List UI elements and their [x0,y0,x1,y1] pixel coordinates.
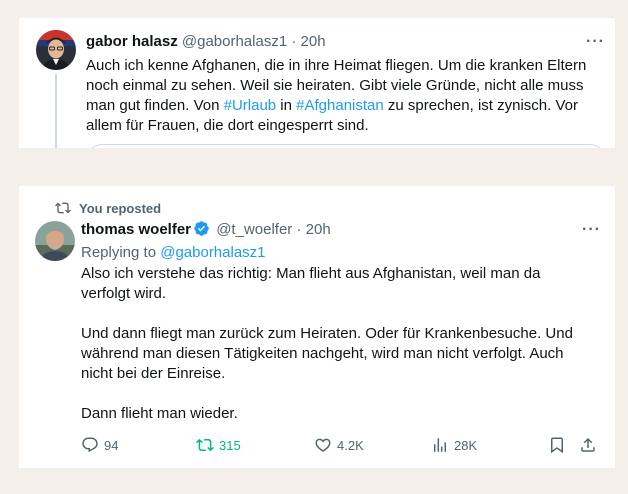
repost-icon [196,438,214,452]
avatar-image [35,221,75,261]
replying-prefix: Replying to [81,244,161,261]
avatar-image [36,30,76,70]
share-icon [581,437,595,452]
tweet-text-part: in [276,97,297,114]
repost-context: You reposted [55,200,161,217]
separator-dot: · [296,221,302,238]
tweet-header: thomas woelfer @t_woelfer · 20h [81,220,331,243]
quoted-card-edge[interactable] [86,144,606,148]
tweet-paragraph: Und dann fliegt man zurück zum Heiraten.… [81,325,573,382]
author-handle[interactable]: @gaborhalasz1 [182,33,287,50]
reply-button[interactable]: 94 [81,434,118,456]
thread-connector-line [55,74,57,148]
verified-badge-icon [193,220,210,243]
replying-to: Replying to @gaborhalasz1 [81,243,581,263]
more-options-button[interactable]: ··· [586,34,605,50]
reply-count: 94 [104,437,119,453]
tweet-text: Also ich verstehe das richtig: Man flieh… [81,264,581,424]
bookmark-button[interactable] [548,434,571,456]
bookmark-icon [551,437,563,454]
like-button[interactable]: 4.2K [314,434,364,456]
author-handle[interactable]: @t_woelfer [216,221,292,238]
avatar-gabor-halasz[interactable] [36,30,76,70]
author-name[interactable]: thomas woelfer [81,221,191,238]
reply-icon [82,437,98,453]
repost-button[interactable]: 315 [196,434,241,456]
like-count: 4.2K [337,437,364,453]
repost-icon [55,202,71,214]
repost-count: 315 [219,437,241,453]
replying-handle-link[interactable]: @gaborhalasz1 [160,244,265,261]
tweet-paragraph: Dann flieht man wieder. [81,405,238,422]
views-button[interactable]: 28K [431,434,477,456]
hashtag-link[interactable]: #Afghanistan [296,97,384,114]
views-count: 28K [454,437,478,453]
parent-tweet[interactable]: gabor halasz @gaborhalasz1 · 20h ··· Auc… [19,18,615,148]
heart-icon [315,438,331,452]
repost-label: You reposted [79,201,162,216]
timestamp[interactable]: 20h [301,33,326,50]
tweet-text: Auch ich kenne Afghanen, die in ihre Hei… [86,56,611,136]
action-bar: 94 315 4.2K 28K [81,434,601,458]
reply-tweet[interactable]: You reposted thomas woelfer @t_woelfer ·… [19,186,615,468]
timestamp[interactable]: 20h [306,221,331,238]
avatar-thomas-woelfer[interactable] [35,221,75,261]
tweet-paragraph: Also ich verstehe das richtig: Man flieh… [81,265,541,302]
author-name[interactable]: gabor halasz [86,33,178,50]
share-button[interactable] [579,434,602,456]
separator-dot: · [291,33,297,50]
more-options-button[interactable]: ··· [582,222,601,238]
hashtag-link[interactable]: #Urlaub [224,97,277,114]
views-chart-icon [434,438,446,452]
tweet-header: gabor halasz @gaborhalasz1 · 20h [86,32,326,52]
